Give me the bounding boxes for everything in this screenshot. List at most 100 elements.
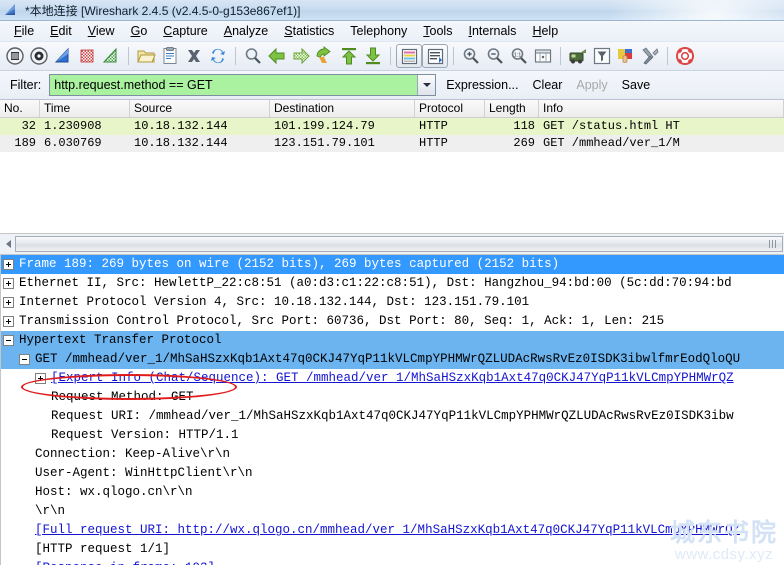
reload-icon[interactable] xyxy=(206,44,230,68)
filter-actions: Expression... Clear Apply Save xyxy=(436,78,650,92)
packet-detail-row[interactable]: GET /mmhead/ver_1/MhSaHSzxKqb1Axt47q0CKJ… xyxy=(1,350,784,370)
go-forward-icon[interactable] xyxy=(289,44,313,68)
packet-list-row[interactable]: 32 1.230908 10.18.132.144 101.199.124.79 HTT… xyxy=(0,117,784,135)
menu-analyze[interactable]: Analyze xyxy=(216,22,276,40)
packet-detail-row[interactable]: Request URI: /mmhead/ver_1/MhSaHSzxKqb1A… xyxy=(1,407,784,426)
packet-detail-row[interactable]: User-Agent: WinHttpClient\r\n xyxy=(1,464,784,483)
zoom-reset-icon[interactable]: 1:1 xyxy=(507,44,531,68)
packet-detail-row[interactable]: [Full request URI: http://wx.qlogo.cn/mm… xyxy=(1,521,784,540)
packet-list-hscrollbar[interactable] xyxy=(0,233,784,256)
packet-list-row[interactable]: 189 6.030769 10.18.132.144 123.151.79.101 HT… xyxy=(0,134,784,152)
packet-detail-row[interactable]: Hypertext Transfer Protocol xyxy=(1,331,784,351)
open-file-icon[interactable] xyxy=(134,44,158,68)
menu-go[interactable]: Go xyxy=(123,22,156,40)
packet-list-body[interactable]: 32 1.230908 10.18.132.144 101.199.124.79 HTT… xyxy=(0,117,784,152)
packet-detail-label: [HTTP request 1/1] xyxy=(35,542,171,557)
menu-statistics[interactable]: Statistics xyxy=(276,22,342,40)
menu-edit[interactable]: Edit xyxy=(42,22,80,40)
expand-plus-icon[interactable] xyxy=(3,297,14,309)
packet-detail-row[interactable]: Transmission Control Protocol, Src Port:… xyxy=(1,312,784,331)
filter-save-button[interactable]: Save xyxy=(622,78,651,92)
menu-telephony[interactable]: Telephony xyxy=(342,22,415,40)
menu-file[interactable]: File xyxy=(6,22,42,40)
menu-tools[interactable]: Tools xyxy=(415,22,460,40)
packet-detail-row[interactable]: Request Version: HTTP/1.1 xyxy=(1,426,784,445)
go-back-icon[interactable] xyxy=(265,44,289,68)
packet-detail-row[interactable]: [Expert Info (Chat/Sequence): GET /mmhea… xyxy=(1,369,784,388)
packet-cell-source: 10.18.132.144 xyxy=(134,136,228,151)
packet-list-column-header[interactable]: Source xyxy=(130,99,270,117)
packet-detail-row[interactable]: \r\n xyxy=(1,502,784,521)
packet-list-header[interactable]: No. Time Source Destination Protocol Length In… xyxy=(0,99,784,118)
packet-detail-label: Host: wx.qlogo.cn\r\n xyxy=(35,485,193,500)
packet-detail-label: Request Method: GET xyxy=(51,390,194,405)
filter-combobox[interactable] xyxy=(49,74,437,97)
display-filters-icon[interactable] xyxy=(590,44,614,68)
capture-filters-icon[interactable] xyxy=(566,44,590,68)
filter-expression-button[interactable]: Expression... xyxy=(446,78,518,92)
expand-plus-icon[interactable] xyxy=(35,373,46,385)
packet-details-tree[interactable]: Frame 189: 269 bytes on wire (2152 bits)… xyxy=(1,255,784,565)
chevron-down-icon xyxy=(422,83,431,88)
colorize-packet-list-icon[interactable] xyxy=(396,44,422,69)
expand-plus-icon[interactable] xyxy=(3,278,14,290)
start-capture-icon[interactable] xyxy=(51,44,75,68)
hscroll-thumb[interactable] xyxy=(15,236,783,253)
find-packet-icon[interactable] xyxy=(241,44,265,68)
menu-help[interactable]: Help xyxy=(524,22,566,40)
packet-detail-label: Transmission Control Protocol, Src Port:… xyxy=(19,314,665,329)
resize-columns-icon[interactable] xyxy=(531,44,555,68)
collapse-minus-icon[interactable] xyxy=(3,335,14,347)
packet-cell-source: 10.18.132.144 xyxy=(134,119,228,134)
filter-apply-button[interactable]: Apply xyxy=(576,78,607,92)
packet-detail-row[interactable]: Ethernet II, Src: HewlettP_22:c8:51 (a0:… xyxy=(1,274,784,293)
packet-detail-row[interactable]: [HTTP request 1/1] xyxy=(1,540,784,559)
packet-list-column-header[interactable]: Time xyxy=(40,99,130,117)
expand-plus-icon[interactable] xyxy=(3,316,14,328)
packet-detail-row[interactable]: Frame 189: 269 bytes on wire (2152 bits)… xyxy=(1,255,784,275)
packet-cell-time: 6.030769 xyxy=(44,136,102,151)
packet-detail-row[interactable]: Request Method: GET xyxy=(1,388,784,407)
coloring-rules-icon[interactable] xyxy=(614,44,638,68)
packet-list-column-header[interactable]: Destination xyxy=(270,99,415,117)
go-first-packet-icon[interactable] xyxy=(337,44,361,68)
close-file-icon[interactable] xyxy=(182,44,206,68)
packet-detail-label: User-Agent: WinHttpClient\r\n xyxy=(35,466,253,481)
menu-internals[interactable]: Internals xyxy=(460,22,524,40)
auto-scroll-icon[interactable] xyxy=(422,44,448,69)
filter-input[interactable] xyxy=(50,75,418,96)
go-last-packet-icon[interactable] xyxy=(361,44,385,68)
zoom-in-icon[interactable] xyxy=(459,44,483,68)
scroll-left-arrow-icon[interactable] xyxy=(1,236,15,252)
collapse-minus-icon[interactable] xyxy=(19,354,30,366)
packet-list-column-header[interactable]: Length xyxy=(485,99,539,117)
filter-clear-button[interactable]: Clear xyxy=(533,78,563,92)
packet-list-column-header[interactable]: Protocol xyxy=(415,99,485,117)
menu-view[interactable]: View xyxy=(80,22,123,40)
packet-detail-row[interactable]: Internet Protocol Version 4, Src: 10.18.… xyxy=(1,293,784,312)
stop-capture-icon[interactable] xyxy=(75,44,99,68)
help-contents-icon[interactable] xyxy=(673,44,697,68)
expand-plus-icon[interactable] xyxy=(3,259,14,271)
packet-detail-label: [Full request URI: http://wx.qlogo.cn/mm… xyxy=(35,523,741,538)
go-to-packet-icon[interactable] xyxy=(313,44,337,68)
preferences-icon[interactable] xyxy=(638,44,662,68)
filter-dropdown-button[interactable] xyxy=(417,75,436,96)
packet-detail-row[interactable]: Connection: Keep-Alive\r\n xyxy=(1,445,784,464)
wireshark-window: *本地连接 [Wireshark 2.4.5 (v2.4.5-0-g153e86… xyxy=(0,0,784,565)
menu-capture[interactable]: Capture xyxy=(155,22,215,40)
packet-list-column-header[interactable]: No. xyxy=(0,99,40,117)
packet-list-column-header[interactable]: Info xyxy=(539,99,784,117)
packet-list-pane[interactable]: No. Time Source Destination Protocol Length In… xyxy=(0,99,784,234)
packet-cell-protocol: HTTP xyxy=(419,119,448,134)
main-toolbar: 1:1 xyxy=(0,42,784,72)
interfaces-icon[interactable] xyxy=(3,44,27,68)
packet-detail-row[interactable]: Host: wx.qlogo.cn\r\n xyxy=(1,483,784,502)
save-file-icon[interactable] xyxy=(158,44,182,68)
packet-detail-row[interactable]: [Response in frame: 193] xyxy=(1,559,784,565)
capture-options-icon[interactable] xyxy=(27,44,51,68)
filter-label: Filter: xyxy=(10,78,42,93)
restart-capture-icon[interactable] xyxy=(99,44,123,68)
packet-details-pane[interactable]: Frame 189: 269 bytes on wire (2152 bits)… xyxy=(0,255,784,565)
zoom-out-icon[interactable] xyxy=(483,44,507,68)
